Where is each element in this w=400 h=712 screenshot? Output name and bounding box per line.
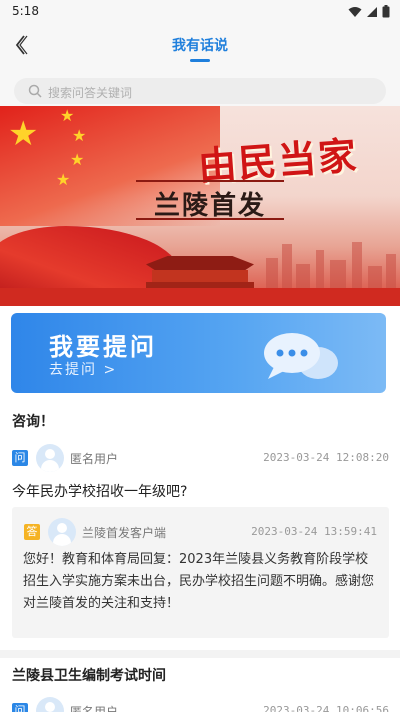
banner-base-band xyxy=(0,288,400,306)
app-header: 我有话说 xyxy=(0,24,400,66)
chat-bubbles-icon xyxy=(264,333,338,379)
search-bar: 搜索问答关键词 xyxy=(0,66,400,106)
section-divider xyxy=(0,650,400,658)
city-skyline xyxy=(260,240,400,288)
page-title: 我有话说 xyxy=(172,38,228,54)
question-date: 2023-03-24 12:08:20 xyxy=(263,451,389,464)
status-time: 5:18 xyxy=(12,4,39,18)
question-item[interactable]: 兰陵县卫生编制考试时间 问 匿名用户 2023-03-24 10:06:56 xyxy=(0,658,400,712)
question-item[interactable]: 咨询！ 问 匿名用户 2023-03-24 12:08:20 今年民办学校招收一… xyxy=(0,404,400,648)
wifi-icon xyxy=(348,6,362,17)
avatar xyxy=(36,697,64,712)
banner-subtitle: 兰陵首发 xyxy=(153,191,266,221)
star-icon: ★ xyxy=(72,126,87,145)
status-bar: 5:18 xyxy=(0,0,400,24)
question-user: 匿名用户 xyxy=(70,705,119,712)
question-text: 今年民办学校招收一年级吧? xyxy=(12,484,188,500)
answer-user: 兰陵首发客户端 xyxy=(82,526,167,540)
answer-date: 2023-03-24 13:59:41 xyxy=(251,525,377,538)
search-placeholder: 搜索问答关键词 xyxy=(48,86,133,100)
title-underline xyxy=(190,59,210,62)
search-icon xyxy=(28,84,42,98)
ask-card-link[interactable]: 去提问 > xyxy=(49,359,117,379)
avatar xyxy=(48,518,76,546)
battery-icon xyxy=(382,5,390,18)
ask-card-title: 我要提问 xyxy=(49,333,157,361)
answer-badge: 答 xyxy=(24,524,40,540)
banner-subtitle-frame: 兰陵首发 xyxy=(136,180,284,221)
ask-question-card[interactable]: 我要提问 去提问 > xyxy=(11,313,386,393)
status-icons xyxy=(348,5,390,18)
search-input[interactable]: 搜索问答关键词 xyxy=(14,78,386,104)
promo-banner[interactable]: ★ ★ ★ ★ ★ 由民当家 兰陵首发 xyxy=(0,106,400,306)
question-date: 2023-03-24 10:06:56 xyxy=(263,704,389,712)
question-topic: 兰陵县卫生编制考试时间 xyxy=(12,668,166,684)
signal-icon xyxy=(367,6,377,17)
star-icon: ★ xyxy=(60,106,75,125)
star-icon: ★ xyxy=(8,114,39,154)
star-icon: ★ xyxy=(70,150,85,169)
question-badge: 问 xyxy=(12,450,28,466)
answer-box: 答 兰陵首发客户端 2023-03-24 13:59:41 您好！教育和体育局回… xyxy=(12,507,389,638)
question-badge: 问 xyxy=(12,703,28,712)
question-user: 匿名用户 xyxy=(70,452,119,466)
avatar xyxy=(36,444,64,472)
question-topic: 咨询！ xyxy=(12,414,54,430)
answer-text: 您好！教育和体育局回复：2023年兰陵县义务教育阶段学校招生入学实施方案未出台，… xyxy=(23,552,375,611)
star-icon: ★ xyxy=(56,170,71,189)
